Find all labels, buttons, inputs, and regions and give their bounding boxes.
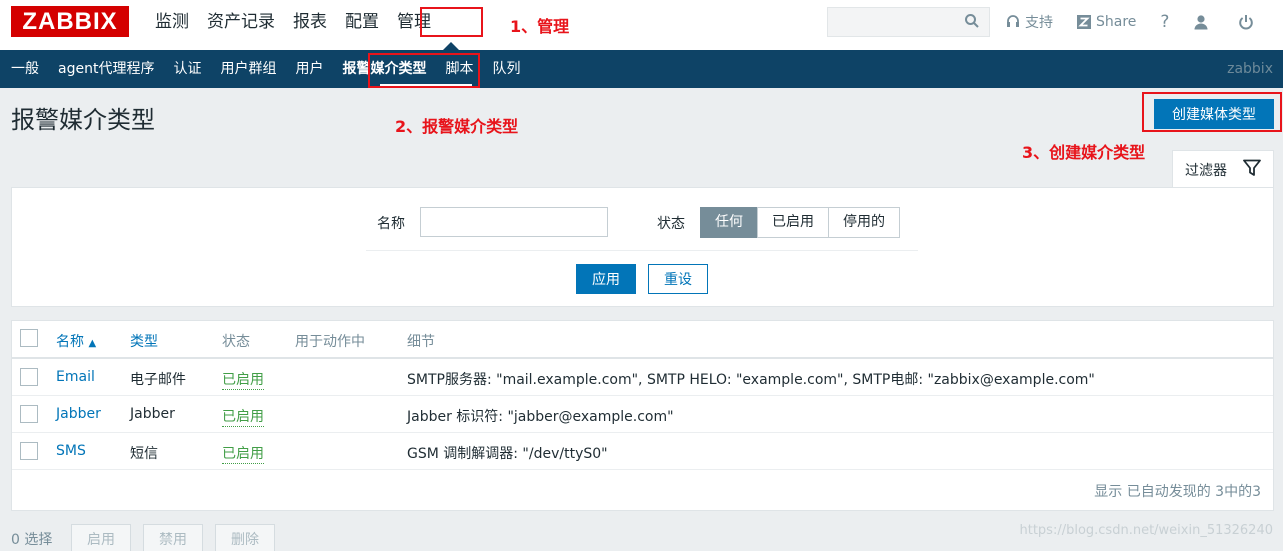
state-option-disabled[interactable]: 停用的 xyxy=(828,207,900,238)
server-name: zabbix xyxy=(1227,61,1273,77)
sort-asc-icon: ▲ xyxy=(88,338,97,349)
selected-count: 0 选择 xyxy=(11,532,53,548)
annotation-step-2: 2、报警媒介类型 xyxy=(395,117,519,136)
header-used-in-actions: 用于动作中 xyxy=(295,334,365,350)
share-link[interactable]: Share xyxy=(1077,14,1136,30)
media-type: Jabber xyxy=(130,406,175,422)
status-toggle[interactable]: 已启用 xyxy=(222,443,264,464)
row-checkbox[interactable] xyxy=(20,405,38,423)
top-menu: 监测 资产记录 报表 配置 管理 xyxy=(146,0,440,44)
user-icon xyxy=(1194,15,1208,30)
sub-menu-bar: 一般 agent代理程序 认证 用户群组 用户 报警媒介类型 脚本 队列 xyxy=(0,50,1283,88)
media-details: SMTP服务器: "mail.example.com", SMTP HELO: … xyxy=(407,372,1095,388)
page-title: 报警媒介类型 xyxy=(11,106,155,134)
headset-icon xyxy=(1007,15,1019,27)
media-types-table: 名称 ▲ 类型 状态 用于动作中 细节 Email 电子邮件 已启用 SMTP服… xyxy=(11,320,1274,511)
active-menu-caret xyxy=(443,42,459,50)
select-all-checkbox[interactable] xyxy=(20,329,38,347)
help-icon: ? xyxy=(1160,12,1170,32)
create-media-type-button[interactable]: 创建媒体类型 xyxy=(1154,99,1274,129)
delete-button[interactable]: 删除 xyxy=(215,524,275,551)
table-footer-count: 显示 已自动发现的 3中的3 xyxy=(1094,484,1261,500)
search-icon[interactable] xyxy=(965,14,979,28)
status-toggle[interactable]: 已启用 xyxy=(222,406,264,427)
profile-link[interactable] xyxy=(1193,14,1214,30)
filter-name-input[interactable] xyxy=(420,207,608,237)
top-menu-inventory[interactable]: 资产记录 xyxy=(198,0,284,44)
annotation-step-3: 3、创建媒介类型 xyxy=(1022,143,1146,162)
zabbix-logo[interactable]: ZABBIX xyxy=(11,6,129,37)
annotation-box-media-types xyxy=(368,53,480,88)
header-type[interactable]: 类型 xyxy=(130,331,158,351)
header-name-label: 名称 xyxy=(56,334,84,350)
row-checkbox[interactable] xyxy=(20,368,38,386)
filter-icon xyxy=(1243,159,1261,176)
row-checkbox[interactable] xyxy=(20,442,38,460)
table-header-row: 名称 ▲ 类型 状态 用于动作中 细节 xyxy=(12,321,1273,359)
filter-tab[interactable]: 过滤器 xyxy=(1172,150,1274,188)
media-details: GSM 调制解调器: "/dev/ttyS0" xyxy=(407,446,608,462)
filter-state-segmented: 任何 已启用 停用的 xyxy=(700,207,900,238)
state-option-any[interactable]: 任何 xyxy=(700,207,758,238)
sub-menu-proxies[interactable]: agent代理程序 xyxy=(47,50,162,88)
state-option-enabled[interactable]: 已启用 xyxy=(757,207,829,238)
help-link[interactable]: ? xyxy=(1160,12,1169,32)
header-status: 状态 xyxy=(222,334,250,350)
filter-state-label: 状态 xyxy=(657,216,685,232)
apply-button[interactable]: 应用 xyxy=(576,264,636,294)
filter-divider xyxy=(366,250,918,251)
table-row: SMS 短信 已启用 GSM 调制解调器: "/dev/ttyS0" xyxy=(12,433,1273,470)
annotation-step-1: 1、管理 xyxy=(510,17,570,36)
header-name[interactable]: 名称 ▲ xyxy=(56,331,96,351)
media-details: Jabber 标识符: "jabber@example.com" xyxy=(407,409,674,425)
media-type: 电子邮件 xyxy=(130,372,186,388)
filter-panel xyxy=(11,187,1274,307)
top-header: ZABBIX 监测 资产记录 报表 配置 管理 支持 Share ? xyxy=(0,0,1283,50)
logout-link[interactable] xyxy=(1238,14,1259,30)
sub-menu-queue[interactable]: 队列 xyxy=(481,50,528,88)
share-label: Share xyxy=(1096,14,1137,30)
table-row: Email 电子邮件 已启用 SMTP服务器: "mail.example.co… xyxy=(12,359,1273,396)
top-menu-reports[interactable]: 报表 xyxy=(284,0,336,44)
support-link[interactable]: 支持 xyxy=(1006,12,1053,32)
filter-tab-label: 过滤器 xyxy=(1185,162,1227,179)
zabbix-share-icon xyxy=(1077,15,1091,29)
media-name-link[interactable]: Jabber xyxy=(56,406,101,422)
sub-menu-users[interactable]: 用户 xyxy=(284,50,331,88)
enable-button[interactable]: 启用 xyxy=(71,524,131,551)
reset-button[interactable]: 重设 xyxy=(648,264,708,294)
sub-menu-user-groups[interactable]: 用户群组 xyxy=(209,50,284,88)
top-menu-monitoring[interactable]: 监测 xyxy=(146,0,198,44)
media-name-link[interactable]: SMS xyxy=(56,443,86,459)
sub-menu-general[interactable]: 一般 xyxy=(0,50,47,88)
header-details: 细节 xyxy=(407,334,435,350)
media-type: 短信 xyxy=(130,446,158,462)
top-right-links: 支持 Share ? xyxy=(1006,0,1283,44)
sub-menu-authentication[interactable]: 认证 xyxy=(162,50,209,88)
annotation-box-admin xyxy=(420,7,483,37)
filter-name-label: 名称 xyxy=(377,216,405,232)
support-label: 支持 xyxy=(1025,15,1053,31)
power-icon xyxy=(1239,15,1254,30)
media-name-link[interactable]: Email xyxy=(56,369,95,385)
top-menu-configuration[interactable]: 配置 xyxy=(336,0,388,44)
status-toggle[interactable]: 已启用 xyxy=(222,369,264,390)
title-area xyxy=(0,88,1283,140)
table-row: Jabber Jabber 已启用 Jabber 标识符: "jabber@ex… xyxy=(12,396,1273,433)
watermark: https://blog.csdn.net/weixin_51326240 xyxy=(1019,523,1273,538)
disable-button[interactable]: 禁用 xyxy=(143,524,203,551)
